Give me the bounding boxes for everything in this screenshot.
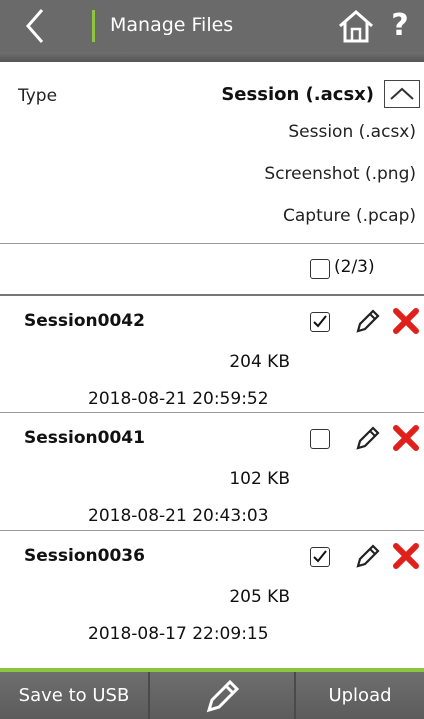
chevron-up-icon: [390, 87, 414, 100]
help-button[interactable]: ?: [385, 6, 415, 46]
header-strip: [0, 52, 424, 62]
upload-button[interactable]: Upload: [296, 672, 424, 719]
type-option-capture[interactable]: Capture (.pcap): [283, 206, 416, 226]
type-selected-value[interactable]: Session (.acsx): [221, 84, 374, 105]
type-option-screenshot[interactable]: Screenshot (.png): [264, 164, 416, 184]
type-dropdown-toggle[interactable]: [384, 80, 420, 108]
header-bar: Manage Files ?: [0, 0, 424, 53]
delete-button[interactable]: [392, 424, 420, 452]
file-checkbox[interactable]: [310, 429, 330, 449]
file-size: 204 KB: [229, 352, 290, 372]
checkmark-icon: [313, 315, 327, 328]
save-to-usb-button[interactable]: Save to USB: [0, 672, 148, 719]
delete-button[interactable]: [392, 307, 420, 335]
type-option-session[interactable]: Session (.acsx): [288, 122, 416, 142]
delete-x-icon: [393, 425, 419, 451]
select-all-checkbox[interactable]: [310, 259, 330, 279]
rename-button[interactable]: [352, 307, 382, 335]
pencil-icon: [356, 544, 380, 568]
file-name: Session0042: [24, 311, 145, 331]
delete-button[interactable]: [392, 542, 420, 570]
file-size: 205 KB: [229, 587, 290, 607]
file-date: 2018-08-21 20:43:03: [88, 506, 269, 526]
file-checkbox[interactable]: [310, 547, 330, 567]
rename-button[interactable]: [352, 424, 382, 452]
delete-x-icon: [393, 308, 419, 334]
type-label: Type: [18, 86, 58, 106]
checkmark-icon: [313, 550, 327, 563]
file-date: 2018-08-17 22:09:15: [88, 624, 269, 644]
back-button[interactable]: [10, 6, 62, 46]
file-date: 2018-08-21 20:59:52: [88, 389, 269, 409]
file-row: Session0036 205 KB 2018-08-17 22:09:15: [0, 531, 424, 647]
pencil-icon: [356, 426, 380, 450]
rename-button[interactable]: [352, 542, 382, 570]
file-row: Session0041 102 KB 2018-08-21 20:43:03: [0, 413, 424, 529]
selection-count: (2/3): [334, 257, 375, 277]
home-button[interactable]: [336, 8, 376, 44]
header-divider: [92, 10, 95, 42]
page-title: Manage Files: [110, 14, 234, 36]
pencil-icon: [356, 309, 380, 333]
pencil-icon: [206, 679, 240, 713]
file-size: 102 KB: [229, 469, 290, 489]
edit-button[interactable]: [150, 672, 294, 719]
file-name: Session0036: [24, 546, 145, 566]
home-icon: [339, 10, 373, 43]
file-name: Session0041: [24, 428, 145, 448]
chevron-left-icon: [26, 9, 44, 43]
divider: [0, 243, 424, 244]
manage-files-screen: Manage Files ? Type Session (.acsx) Sess…: [0, 0, 424, 719]
bottom-toolbar: Save to USB Upload: [0, 672, 424, 719]
delete-x-icon: [393, 543, 419, 569]
file-checkbox[interactable]: [310, 312, 330, 332]
file-row: Session0042 204 KB 2018-08-21 20:59:52: [0, 296, 424, 412]
